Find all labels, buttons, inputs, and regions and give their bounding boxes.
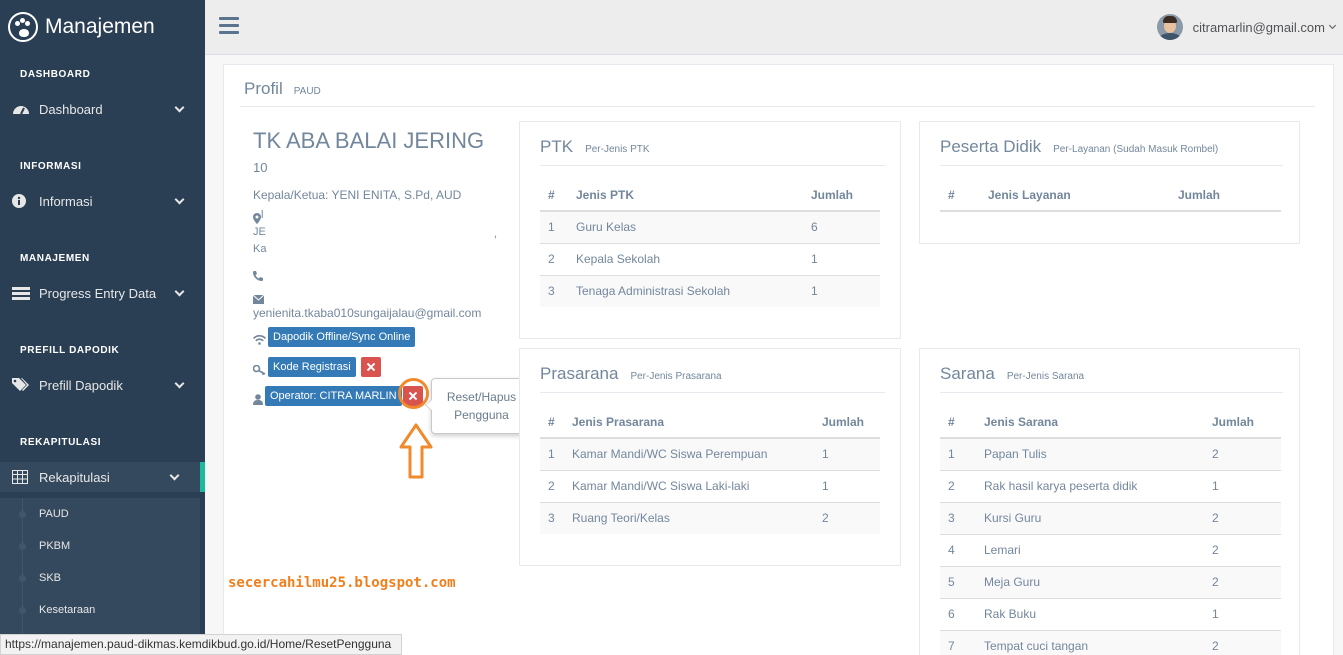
card-subtitle: Per-Layanan (Sudah Masuk Rombel) (1053, 144, 1219, 155)
school-npsn: 10 (253, 160, 268, 175)
sidebar-item-dashboard[interactable]: Dashboard (0, 94, 205, 124)
panel-subtitle: PAUD (293, 86, 321, 97)
sidebar-item-label: Progress Entry Data (39, 285, 157, 301)
kode-registrasi-delete-button[interactable] (361, 357, 381, 377)
sidebar: Manajemen DASHBOARD Dashboard INFORMASI … (0, 0, 205, 655)
brand-title: Manajemen (45, 15, 155, 38)
address-comma: , (494, 228, 498, 240)
chevron-down-icon (1328, 21, 1337, 30)
sidebar-item-label: Dashboard (39, 101, 103, 117)
card-subtitle: Per-Jenis Prasarana (630, 371, 722, 382)
watermark-text: secercahilmu25.blogspot.com (228, 575, 456, 591)
up-arrow-icon (399, 423, 433, 485)
section-title-informasi: INFORMASI (20, 161, 82, 172)
menu-toggle-icon[interactable] (219, 17, 239, 35)
sarana-card: Sarana Per-Jenis Sarana # Jenis Sarana Ju… (919, 348, 1300, 655)
prasarana-card: Prasarana Per-Jenis Prasarana # Jenis Pra… (519, 348, 901, 566)
chevron-down-icon (174, 102, 185, 112)
table-row: 7 Tempat cuci tangan 2 (940, 629, 1281, 655)
submenu-item-paud[interactable]: PAUD (0, 498, 200, 530)
dapodik-sync-button[interactable]: Dapodik Offline/Sync Online (268, 327, 416, 347)
wifi-icon (252, 332, 267, 350)
sidebar-item-progress-entry-data[interactable]: Progress Entry Data (0, 278, 205, 308)
school-head: Kepala/Ketua: YENI ENITA, S.Pd, AUD (253, 188, 462, 202)
table-row: 2 Rak hasil karya peserta didik 1 (940, 469, 1281, 502)
card-title: Prasarana Per-Jenis Prasarana (540, 364, 722, 383)
sidebar-item-rekapitulasi[interactable]: Rekapitulasi (0, 462, 205, 492)
submenu-item-pkbm[interactable]: PKBM (0, 530, 200, 562)
card-title: Sarana Per-Jenis Sarana (940, 364, 1085, 383)
kode-registrasi-button[interactable]: Kode Registrasi (268, 357, 356, 377)
table-row: 1 Guru Kelas 6 (540, 210, 880, 243)
section-title-rekapitulasi: REKAPITULASI (20, 437, 102, 448)
sidebar-item-label: Rekapitulasi (39, 469, 110, 485)
address-line-1: l (261, 209, 264, 221)
user-menu[interactable]: citramarlin@gmail.com (1156, 14, 1337, 40)
prasarana-table: # Jenis Prasarana Jumlah 1 Kamar Mandi/WC… (540, 406, 880, 534)
section-title-manajemen: MANAJEMEN (20, 253, 90, 264)
brand[interactable]: Manajemen (8, 10, 155, 44)
top-navbar: citramarlin@gmail.com (205, 0, 1343, 55)
address-line-2: JE (253, 226, 266, 238)
card-subtitle: Per-Jenis Sarana (1006, 371, 1085, 382)
table-row: 3 Tenaga Administrasi Sekolah 1 (540, 274, 880, 307)
table-row: 2 Kepala Sekolah 1 (540, 242, 880, 275)
chevron-down-icon (169, 470, 180, 480)
table-row: 1 Kamar Mandi/WC Siswa Perempuan 1 (540, 437, 880, 470)
browser-status-url: https://manajemen.paud-dikmas.kemdikbud.… (0, 634, 402, 655)
rekapitulasi-submenu: PAUD PKBM SKB Kesetaraan (0, 498, 200, 638)
user-icon (253, 392, 263, 410)
section-title-prefill-dapodik: PREFILL DAPODIK (20, 345, 120, 356)
user-email: citramarlin@gmail.com (1192, 19, 1325, 35)
chevron-down-icon (174, 194, 185, 204)
paw-icon (8, 12, 38, 42)
tooltip-reset-pengguna: Reset/Hapus Pengguna (425, 378, 532, 434)
tags-icon (12, 378, 30, 392)
phone-icon (253, 268, 263, 286)
school-email: yenienita.tkaba010sungaijalau@gmail.com (253, 306, 482, 320)
table-icon (12, 470, 30, 484)
sidebar-item-label: Prefill Dapodik (39, 377, 123, 393)
table-row: 2 Kamar Mandi/WC Siswa Laki-laki 1 (540, 469, 880, 502)
school-name: TK ABA BALAI JERING (253, 128, 485, 153)
operator-button[interactable]: Operator: CITRA MARLIN (265, 386, 402, 406)
table-row: 6 Rak Buku 1 (940, 597, 1281, 630)
submenu-item-skb[interactable]: SKB (0, 562, 200, 594)
key-icon (252, 362, 266, 380)
info-icon (12, 194, 30, 208)
peserta-didik-table: # Jenis Layanan Jumlah (940, 179, 1281, 212)
server-icon (12, 286, 30, 300)
table-row: 5 Meja Guru 2 (940, 565, 1281, 598)
address-line-3: Ka (253, 243, 267, 255)
table-row: 1 Papan Tulis 2 (940, 437, 1281, 470)
card-title: Peserta Didik Per-Layanan (Sudah Masuk Ro… (940, 137, 1219, 156)
sidebar-item-label: Informasi (39, 193, 93, 209)
peserta-didik-card: Peserta Didik Per-Layanan (Sudah Masuk Ro… (919, 121, 1300, 244)
avatar (1156, 14, 1183, 40)
submenu-item-kesetaraan[interactable]: Kesetaraan (0, 594, 200, 626)
dashboard-icon (12, 102, 30, 116)
chevron-down-icon (174, 286, 185, 296)
sidebar-item-informasi[interactable]: Informasi (0, 186, 205, 216)
ptk-table: # Jenis PTK Jumlah 1 Guru Kelas 6 2 Kepala … (540, 179, 880, 307)
table-row: 3 Ruang Teori/Kelas 2 (540, 501, 880, 534)
sarana-table: # Jenis Sarana Jumlah 1 Papan Tulis 2 2 Rak… (940, 406, 1281, 655)
card-title: PTK Per-Jenis PTK (540, 137, 650, 156)
panel-title: Profil PAUD (244, 79, 321, 98)
ptk-card: PTK Per-Jenis PTK # Jenis PTK Jumlah 1 Gur… (519, 121, 901, 339)
table-row: 3 Kursi Guru 2 (940, 501, 1281, 534)
card-subtitle: Per-Jenis PTK (585, 144, 650, 155)
table-row: 4 Lemari 2 (940, 533, 1281, 566)
sidebar-item-prefill-dapodik[interactable]: Prefill Dapodik (0, 370, 205, 400)
section-title-dashboard: DASHBOARD (20, 69, 91, 80)
chevron-down-icon (174, 378, 185, 388)
